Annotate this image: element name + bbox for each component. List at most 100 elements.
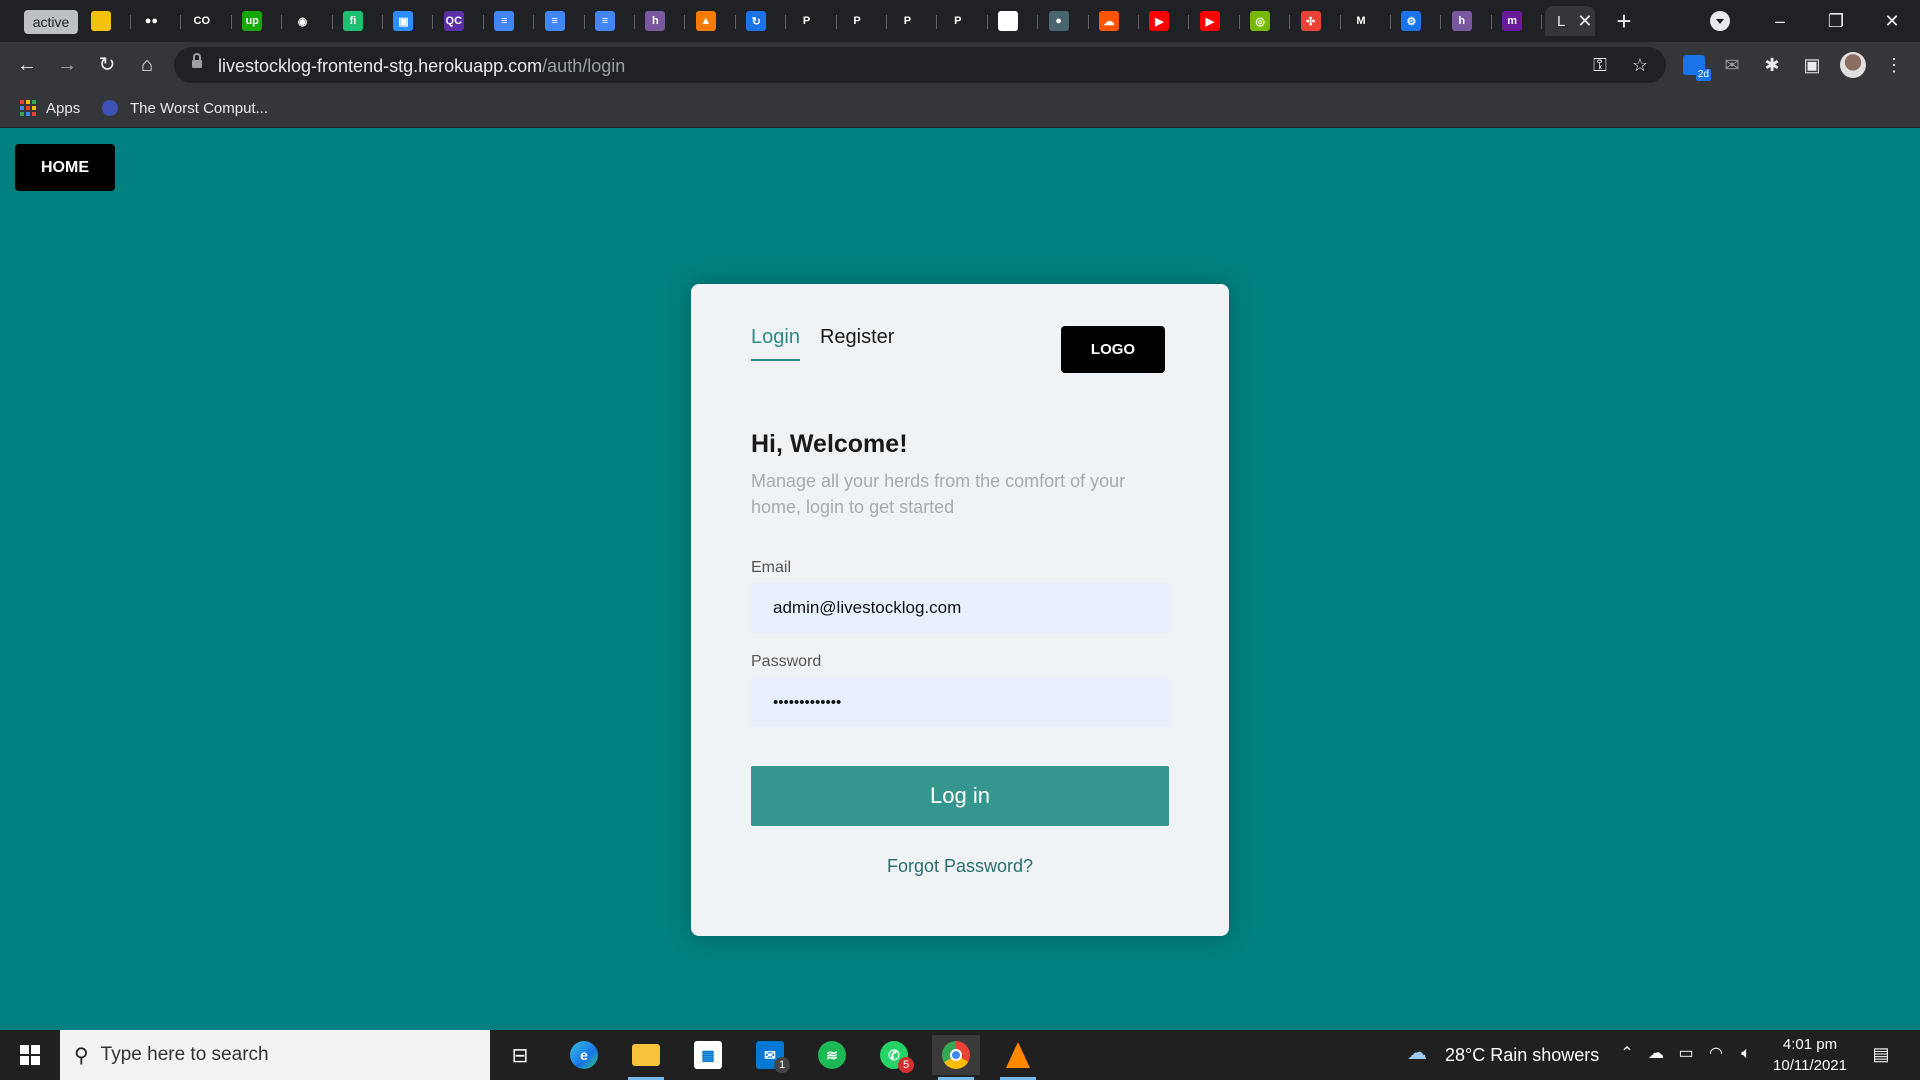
fhn-news-icon <box>91 11 111 31</box>
browser-tab[interactable]: m <box>1493 6 1543 36</box>
browser-tab[interactable]: ● <box>1040 6 1089 36</box>
close-tab-icon[interactable]: ✕ <box>1577 11 1592 32</box>
tab-separator <box>835 15 837 29</box>
key-icon[interactable]: ⚿ <box>1588 53 1612 77</box>
settings-icon: ⚙ <box>1401 11 1422 31</box>
mail-extension-icon[interactable]: ✉ <box>1718 51 1746 79</box>
tab-register[interactable]: Register <box>820 326 894 361</box>
task-view-icon[interactable]: ⊟ <box>496 1035 544 1075</box>
profile-avatar[interactable] <box>1840 52 1866 78</box>
weather-text[interactable]: 28°C Rain showers <box>1445 1045 1599 1066</box>
start-button[interactable] <box>0 1030 60 1080</box>
browser-tab[interactable]: ▶ <box>989 6 1039 36</box>
browser-tab[interactable]: P <box>838 6 887 36</box>
google-docs-icon: ≡ <box>494 11 515 31</box>
forgot-password-link[interactable]: Forgot Password? <box>691 856 1229 877</box>
browser-tab[interactable]: ▶ <box>1140 6 1190 36</box>
login-button[interactable]: Log in <box>751 766 1169 826</box>
bookmarks-bar: Apps The Worst Comput... <box>0 88 1920 128</box>
reload-icon[interactable]: ↻ <box>92 50 122 80</box>
bookmark-favicon-icon <box>102 100 118 116</box>
browser-tab[interactable]: QC <box>435 6 484 36</box>
browser-tab[interactable]: M <box>1342 6 1391 36</box>
bookmark-worst-computer[interactable]: The Worst Comput... <box>102 97 268 119</box>
browser-tab[interactable]: CO <box>183 6 232 36</box>
wifi-icon[interactable]: ◠ <box>1705 1043 1727 1065</box>
bookmark-apps[interactable]: Apps <box>20 97 80 119</box>
lock-icon[interactable] <box>192 53 202 70</box>
puzzle-extensions-icon[interactable]: ✱ <box>1758 51 1786 79</box>
calendar-extension-icon[interactable]: 2d <box>1680 51 1711 81</box>
browser-tab[interactable]: ▣ <box>384 6 434 36</box>
browser-tab[interactable] <box>82 6 131 36</box>
browser-tab[interactable]: ⚙ <box>1392 6 1442 36</box>
onedrive-cloud-icon[interactable]: ☁ <box>1645 1043 1667 1065</box>
battery-icon[interactable]: ▭ <box>1675 1043 1697 1065</box>
browser-tab[interactable]: ☁ <box>1090 6 1139 36</box>
play-icon: ▶ <box>998 11 1019 31</box>
bookmark-star-icon[interactable]: ☆ <box>1628 53 1652 77</box>
medium-icon: ●● <box>141 11 162 31</box>
notifications-icon[interactable]: ▤ <box>1870 1043 1892 1065</box>
browser-tab[interactable]: ≡ <box>586 6 635 36</box>
tab-separator <box>1490 15 1492 29</box>
logo-button[interactable]: LOGO <box>1061 326 1165 373</box>
url-text[interactable]: livestocklog-frontend-stg.herokuapp.com/… <box>218 56 625 77</box>
browser-tab[interactable]: ≡ <box>485 6 535 36</box>
browser-tab[interactable]: P <box>939 6 988 36</box>
side-panel-icon[interactable]: ▣ <box>1798 51 1826 79</box>
taskbar-search[interactable]: ⚲ Type here to search <box>60 1030 490 1080</box>
tab-separator <box>634 15 635 29</box>
minimize-button[interactable]: – <box>1752 6 1808 36</box>
browser-tab[interactable]: fi <box>334 6 383 36</box>
tab-separator <box>533 15 535 29</box>
chevron-up-icon[interactable]: ⌃ <box>1616 1043 1638 1065</box>
mail-icon[interactable]: ✉ 1 <box>746 1035 794 1075</box>
heroku-icon: h <box>645 11 666 31</box>
store-icon[interactable]: ▦ <box>684 1035 732 1075</box>
browser-tab[interactable]: ↻ <box>737 6 787 36</box>
browser-tab[interactable]: ●● <box>132 6 182 36</box>
browser-tab[interactable]: h <box>1443 6 1492 36</box>
gmail-icon: M <box>1351 11 1371 31</box>
browser-tab[interactable]: P <box>788 6 837 36</box>
home-icon[interactable]: ⌂ <box>132 50 162 80</box>
current-tab[interactable]: L ✕ <box>1545 6 1595 36</box>
tab-login[interactable]: Login <box>751 326 800 361</box>
file-explorer-icon[interactable] <box>622 1035 670 1080</box>
back-arrow-icon[interactable]: ← <box>12 50 42 80</box>
menu-kebab-icon[interactable]: ⋮ <box>1880 51 1908 79</box>
edge-icon[interactable]: e <box>560 1035 608 1075</box>
active-tab-label[interactable]: active <box>24 10 78 34</box>
close-window-button[interactable]: ✕ <box>1864 6 1920 36</box>
browser-tab[interactable]: P <box>888 6 938 36</box>
home-button[interactable]: HOME <box>15 144 115 191</box>
spotify-icon[interactable]: ≋ <box>808 1035 856 1075</box>
browser-tab[interactable]: h <box>636 6 686 36</box>
forward-arrow-icon[interactable]: → <box>52 50 82 80</box>
tab-separator <box>382 15 383 29</box>
browser-tab[interactable]: up <box>233 6 283 36</box>
address-bar[interactable]: livestocklog-frontend-stg.herokuapp.com/… <box>174 47 1666 83</box>
tab-separator <box>1390 15 1391 29</box>
browser-tab[interactable]: ◎ <box>1241 6 1291 36</box>
email-field[interactable]: admin@livestocklog.com <box>751 583 1169 633</box>
heroku-icon: h <box>1451 11 1472 31</box>
fiverr-icon: fi <box>343 11 363 31</box>
google-docs-icon: ≡ <box>595 11 615 31</box>
new-tab-button[interactable]: + <box>1610 8 1638 36</box>
restore-button[interactable]: ❐ <box>1808 6 1864 36</box>
weather-cloud-icon[interactable]: ☁ <box>1406 1042 1428 1064</box>
browser-tab[interactable]: ◉ <box>284 6 333 36</box>
browser-tab[interactable]: ≡ <box>536 6 585 36</box>
chrome-icon[interactable] <box>932 1035 980 1080</box>
tab-search-icon[interactable] <box>1710 11 1730 31</box>
browser-tab[interactable]: ▲ <box>687 6 736 36</box>
browser-tab[interactable]: ✣ <box>1292 6 1341 36</box>
clock[interactable]: 4:01 pm 10/11/2021 <box>1762 1034 1858 1076</box>
whatsapp-icon[interactable]: ✆ 5 <box>870 1035 918 1075</box>
vlc-icon[interactable] <box>994 1035 1042 1080</box>
volume-icon[interactable]: 🔈︎ <box>1735 1043 1757 1065</box>
password-field[interactable]: ••••••••••••• <box>751 677 1169 727</box>
browser-tab[interactable]: ▶ <box>1191 6 1240 36</box>
